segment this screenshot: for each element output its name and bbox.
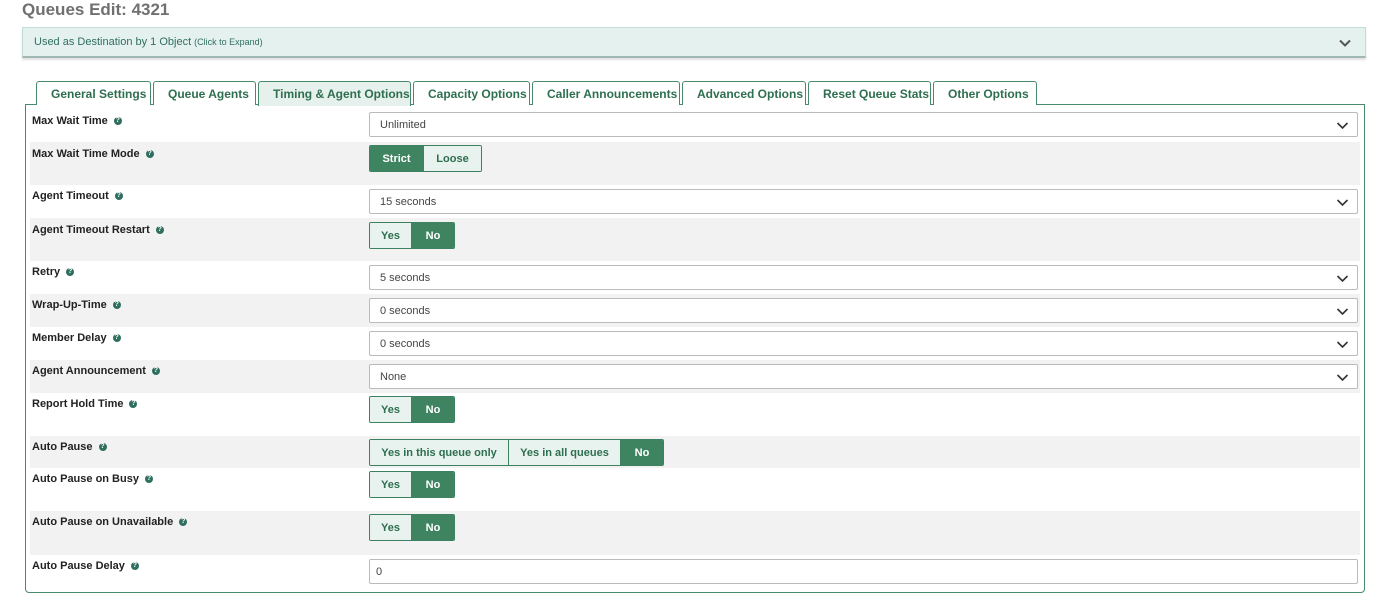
row-max-wait-time-mode: Max Wait Time Mode? Strict Loose [30,142,1360,185]
help-icon[interactable]: ? [145,150,154,158]
row-auto-pause-unavailable: Auto Pause on Unavailable? Yes No [30,511,1360,555]
wrap-up-time-label: Wrap-Up-Time [32,299,107,311]
row-auto-pause-delay: Auto Pause Delay? 0 [30,555,1360,589]
auto-pause-unavailable-toggle: Yes No [369,514,455,541]
row-retry: Retry? 5 seconds [30,261,1360,294]
max-wait-time-label: Max Wait Time [32,115,108,127]
member-delay-select[interactable]: 0 seconds [369,331,1358,356]
agent-timeout-restart-toggle: Yes No [369,222,455,249]
wrap-up-time-value: 0 seconds [380,304,431,317]
max-wait-time-mode-toggle: Strict Loose [369,145,482,172]
row-agent-timeout-restart: Agent Timeout Restart? Yes No [30,218,1360,261]
chevron-down-icon [1336,275,1349,283]
tab-general-settings[interactable]: General Settings [36,81,151,105]
max-wait-time-value: Unlimited [380,118,426,131]
auto-pause-toggle: Yes in this queue only Yes in all queues… [369,439,664,466]
help-icon[interactable]: ? [130,562,139,570]
page-title: Queues Edit: 4321 [22,0,170,19]
agent-timeout-restart-label: Agent Timeout Restart [32,224,150,236]
option-no[interactable]: No [621,440,663,465]
auto-pause-delay-input[interactable]: 0 [369,559,1358,584]
option-yes[interactable]: Yes [370,515,412,540]
help-icon[interactable]: ? [151,367,160,375]
chevron-down-icon [1336,341,1349,349]
option-yes[interactable]: Yes [370,397,412,422]
agent-timeout-value: 15 seconds [380,195,437,208]
chevron-down-icon[interactable] [1338,36,1352,50]
destination-text: Used as Destination by 1 Object [34,36,192,48]
member-delay-value: 0 seconds [380,337,431,350]
auto-pause-busy-toggle: Yes No [369,471,455,498]
max-wait-time-select[interactable]: Unlimited [369,112,1358,137]
retry-label: Retry [32,266,61,278]
help-icon[interactable]: ? [112,301,121,309]
option-loose[interactable]: Loose [424,146,481,171]
tab-reset-queue-stats[interactable]: Reset Queue Stats [808,81,931,105]
option-no[interactable]: No [412,397,454,422]
auto-pause-busy-label: Auto Pause on Busy [32,473,139,485]
help-icon[interactable]: ? [98,443,107,451]
member-delay-label: Member Delay [32,332,107,344]
max-wait-time-mode-label: Max Wait Time Mode [32,148,140,160]
agent-timeout-label: Agent Timeout [32,190,109,202]
tab-caller-announcements[interactable]: Caller Announcements [532,81,680,105]
tab-queue-agents[interactable]: Queue Agents [153,81,256,105]
help-icon[interactable]: ? [66,268,75,276]
tab-advanced-options[interactable]: Advanced Options [682,81,806,105]
help-icon[interactable]: ? [112,334,121,342]
retry-select[interactable]: 5 seconds [369,265,1358,290]
report-hold-time-label: Report Hold Time [32,398,124,410]
agent-timeout-select[interactable]: 15 seconds [369,189,1358,214]
destination-expand-bar[interactable]: Used as Destination by 1 Object (Click t… [22,27,1366,58]
tab-timing-agent-options[interactable]: Timing & Agent Options [258,81,411,106]
chevron-down-icon [1336,374,1349,382]
tab-other-options[interactable]: Other Options [933,81,1037,105]
option-yes[interactable]: Yes [370,472,412,497]
option-yes-all-queues[interactable]: Yes in all queues [509,440,621,465]
help-icon[interactable]: ? [113,117,122,125]
help-icon[interactable]: ? [114,192,123,200]
row-wrap-up-time: Wrap-Up-Time? 0 seconds [30,294,1360,327]
row-max-wait-time: Max Wait Time? Unlimited [30,109,1360,142]
chevron-down-icon [1336,199,1349,207]
auto-pause-unavailable-label: Auto Pause on Unavailable [32,516,174,528]
option-strict[interactable]: Strict [370,146,424,171]
auto-pause-label: Auto Pause [32,441,93,453]
row-auto-pause-busy: Auto Pause on Busy? Yes No [30,468,1360,511]
row-report-hold-time: Report Hold Time? Yes No [30,393,1360,436]
chevron-down-icon [1336,308,1349,316]
wrap-up-time-select[interactable]: 0 seconds [369,298,1358,323]
tab-bar: General Settings Queue Agents Timing & A… [36,81,1039,106]
option-yes-this-queue[interactable]: Yes in this queue only [370,440,509,465]
help-icon[interactable]: ? [144,475,153,483]
option-no[interactable]: No [412,472,454,497]
row-member-delay: Member Delay? 0 seconds [30,327,1360,360]
row-agent-timeout: Agent Timeout? 15 seconds [30,185,1360,218]
expand-hint: (Click to Expand) [194,37,263,47]
option-no[interactable]: No [412,223,454,248]
agent-announcement-select[interactable]: None [369,364,1358,389]
option-no[interactable]: No [412,515,454,540]
agent-announcement-value: None [380,370,407,383]
row-agent-announcement: Agent Announcement? None [30,360,1360,393]
option-yes[interactable]: Yes [370,223,412,248]
retry-value: 5 seconds [380,271,431,284]
report-hold-time-toggle: Yes No [369,396,455,423]
help-icon[interactable]: ? [155,226,164,234]
row-auto-pause: Auto Pause? Yes in this queue only Yes i… [30,436,1360,468]
help-icon[interactable]: ? [129,400,138,408]
chevron-down-icon [1336,122,1349,130]
tab-capacity-options[interactable]: Capacity Options [413,81,530,105]
agent-announcement-label: Agent Announcement [32,365,146,377]
help-icon[interactable]: ? [179,518,188,526]
auto-pause-delay-label: Auto Pause Delay [32,560,125,572]
